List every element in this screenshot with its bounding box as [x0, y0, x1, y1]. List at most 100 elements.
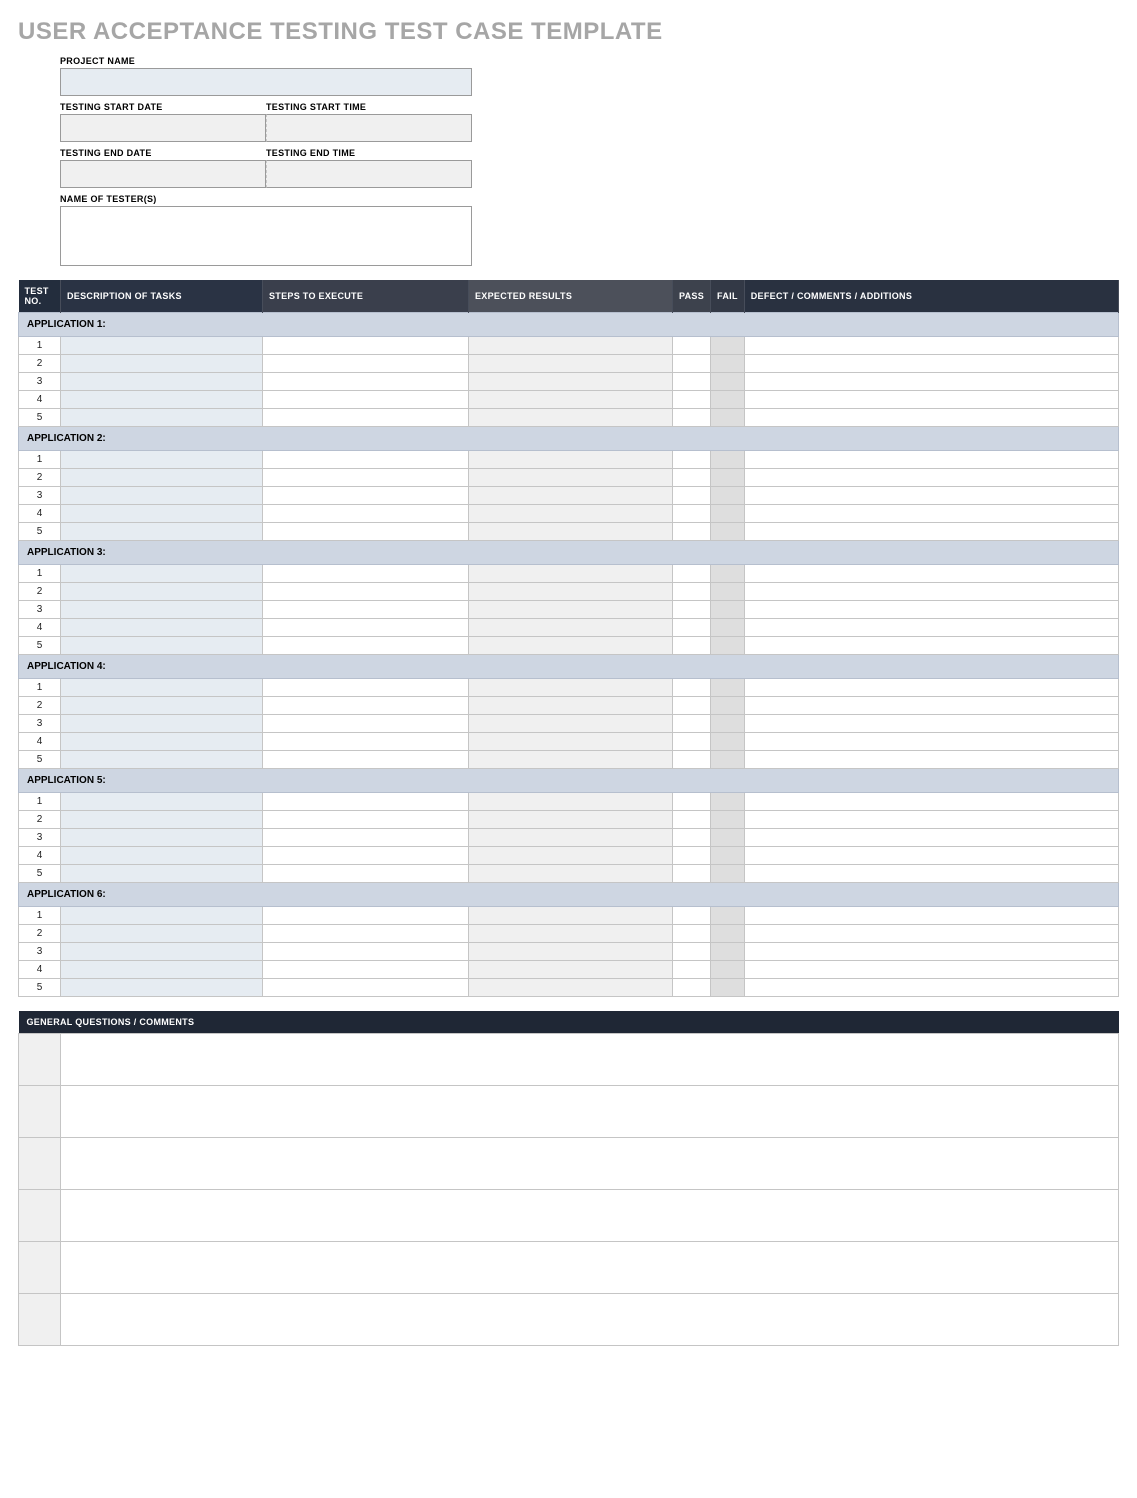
cell-defect[interactable]: [744, 943, 1118, 961]
cell-pass[interactable]: [673, 829, 711, 847]
testing-start-date-input[interactable]: [60, 114, 266, 142]
cell-defect[interactable]: [744, 487, 1118, 505]
cell-steps[interactable]: [263, 337, 469, 355]
cell-defect[interactable]: [744, 793, 1118, 811]
cell-expected[interactable]: [469, 469, 673, 487]
cell-pass[interactable]: [673, 391, 711, 409]
cell-fail[interactable]: [711, 715, 745, 733]
cell-pass[interactable]: [673, 619, 711, 637]
cell-pass[interactable]: [673, 487, 711, 505]
cell-defect[interactable]: [744, 733, 1118, 751]
cell-description[interactable]: [61, 391, 263, 409]
cell-pass[interactable]: [673, 715, 711, 733]
cell-pass[interactable]: [673, 979, 711, 997]
cell-steps[interactable]: [263, 847, 469, 865]
cell-pass[interactable]: [673, 697, 711, 715]
cell-pass[interactable]: [673, 451, 711, 469]
cell-description[interactable]: [61, 469, 263, 487]
cell-defect[interactable]: [744, 451, 1118, 469]
cell-steps[interactable]: [263, 487, 469, 505]
gq-number-cell[interactable]: [19, 1138, 61, 1190]
cell-expected[interactable]: [469, 337, 673, 355]
cell-steps[interactable]: [263, 811, 469, 829]
cell-pass[interactable]: [673, 679, 711, 697]
cell-defect[interactable]: [744, 583, 1118, 601]
cell-expected[interactable]: [469, 733, 673, 751]
cell-fail[interactable]: [711, 847, 745, 865]
cell-steps[interactable]: [263, 505, 469, 523]
cell-expected[interactable]: [469, 619, 673, 637]
cell-expected[interactable]: [469, 505, 673, 523]
cell-pass[interactable]: [673, 733, 711, 751]
cell-pass[interactable]: [673, 601, 711, 619]
cell-defect[interactable]: [744, 697, 1118, 715]
cell-expected[interactable]: [469, 601, 673, 619]
gq-comment-cell[interactable]: [61, 1086, 1119, 1138]
cell-description[interactable]: [61, 523, 263, 541]
cell-fail[interactable]: [711, 733, 745, 751]
cell-description[interactable]: [61, 865, 263, 883]
cell-fail[interactable]: [711, 505, 745, 523]
cell-fail[interactable]: [711, 523, 745, 541]
cell-defect[interactable]: [744, 961, 1118, 979]
tester-input[interactable]: [60, 206, 472, 266]
cell-steps[interactable]: [263, 697, 469, 715]
cell-defect[interactable]: [744, 979, 1118, 997]
cell-fail[interactable]: [711, 811, 745, 829]
cell-pass[interactable]: [673, 355, 711, 373]
cell-description[interactable]: [61, 679, 263, 697]
cell-steps[interactable]: [263, 523, 469, 541]
cell-defect[interactable]: [744, 811, 1118, 829]
cell-steps[interactable]: [263, 925, 469, 943]
cell-pass[interactable]: [673, 409, 711, 427]
cell-pass[interactable]: [673, 337, 711, 355]
cell-expected[interactable]: [469, 451, 673, 469]
cell-expected[interactable]: [469, 961, 673, 979]
cell-description[interactable]: [61, 847, 263, 865]
cell-defect[interactable]: [744, 679, 1118, 697]
cell-steps[interactable]: [263, 451, 469, 469]
cell-description[interactable]: [61, 751, 263, 769]
cell-fail[interactable]: [711, 961, 745, 979]
cell-defect[interactable]: [744, 829, 1118, 847]
cell-fail[interactable]: [711, 583, 745, 601]
cell-defect[interactable]: [744, 469, 1118, 487]
cell-fail[interactable]: [711, 619, 745, 637]
cell-pass[interactable]: [673, 505, 711, 523]
cell-description[interactable]: [61, 505, 263, 523]
cell-steps[interactable]: [263, 793, 469, 811]
cell-expected[interactable]: [469, 847, 673, 865]
cell-expected[interactable]: [469, 583, 673, 601]
cell-description[interactable]: [61, 451, 263, 469]
gq-comment-cell[interactable]: [61, 1242, 1119, 1294]
cell-fail[interactable]: [711, 679, 745, 697]
cell-expected[interactable]: [469, 355, 673, 373]
cell-expected[interactable]: [469, 865, 673, 883]
cell-pass[interactable]: [673, 373, 711, 391]
cell-pass[interactable]: [673, 961, 711, 979]
gq-number-cell[interactable]: [19, 1190, 61, 1242]
cell-expected[interactable]: [469, 565, 673, 583]
cell-pass[interactable]: [673, 811, 711, 829]
cell-fail[interactable]: [711, 409, 745, 427]
cell-description[interactable]: [61, 409, 263, 427]
cell-steps[interactable]: [263, 733, 469, 751]
cell-defect[interactable]: [744, 523, 1118, 541]
gq-comment-cell[interactable]: [61, 1190, 1119, 1242]
cell-fail[interactable]: [711, 907, 745, 925]
cell-expected[interactable]: [469, 391, 673, 409]
cell-pass[interactable]: [673, 523, 711, 541]
cell-defect[interactable]: [744, 505, 1118, 523]
gq-number-cell[interactable]: [19, 1242, 61, 1294]
cell-fail[interactable]: [711, 751, 745, 769]
cell-steps[interactable]: [263, 565, 469, 583]
testing-start-time-input[interactable]: [266, 114, 472, 142]
cell-expected[interactable]: [469, 943, 673, 961]
cell-fail[interactable]: [711, 925, 745, 943]
cell-pass[interactable]: [673, 925, 711, 943]
cell-defect[interactable]: [744, 409, 1118, 427]
testing-end-date-input[interactable]: [60, 160, 266, 188]
cell-steps[interactable]: [263, 751, 469, 769]
cell-steps[interactable]: [263, 865, 469, 883]
cell-description[interactable]: [61, 811, 263, 829]
